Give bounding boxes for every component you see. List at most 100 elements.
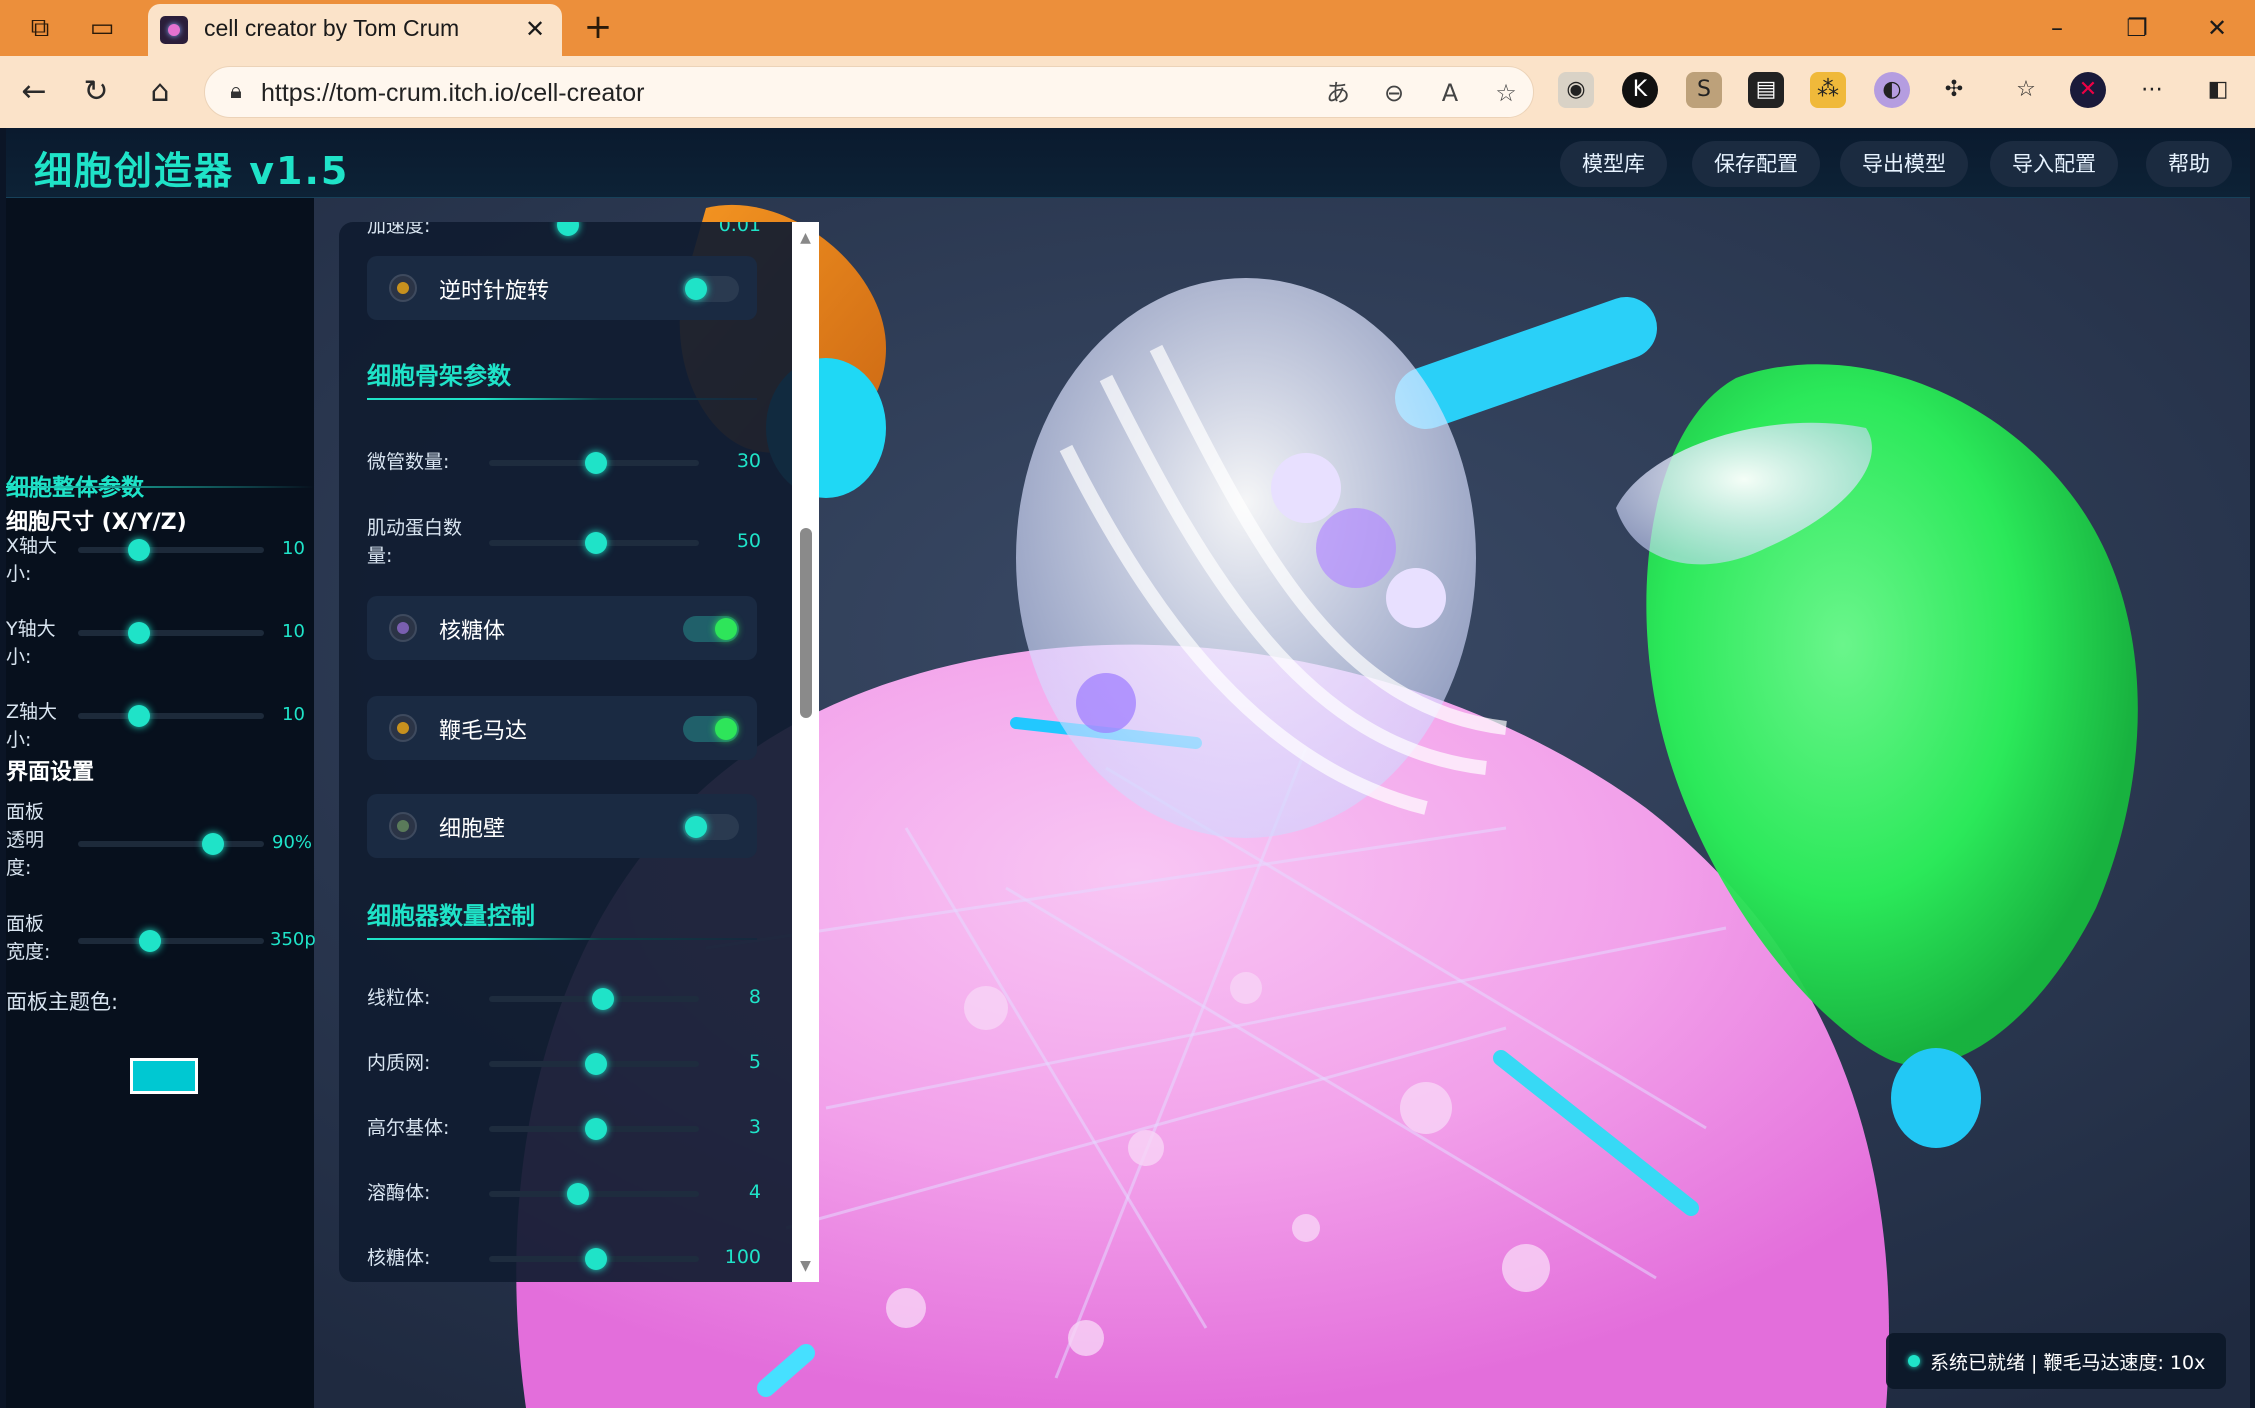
extension-dots-icon[interactable]: ⁂	[1810, 72, 1846, 108]
browser-toolbar: ← ↻ ⌂ 🔒︎ https://tom-crum.itch.io/cell-c…	[0, 56, 2255, 128]
section-cytoskeleton: 细胞骨架参数	[367, 362, 511, 390]
status-text: 系统已就绪 | 鞭毛马达速度: 10x	[1930, 1352, 2206, 1374]
ribosome-switch[interactable]	[683, 616, 739, 642]
panel-opacity-slider[interactable]	[78, 841, 264, 847]
lysosome-slider-thumb[interactable]	[567, 1183, 589, 1205]
browser-tab-bar: ⧉ ▭ cell creator by Tom Crum ✕ + – ❐ ✕	[0, 0, 2255, 56]
theme-color-picker[interactable]	[130, 1058, 198, 1094]
panel-width-label: 面板宽度:	[6, 913, 51, 963]
section-divider	[6, 486, 314, 488]
lysosome-label: 溶酶体:	[367, 1182, 431, 1204]
address-url[interactable]: https://tom-crum.itch.io/cell-creator	[261, 79, 644, 108]
save-config-button[interactable]: 保存配置	[1692, 141, 1820, 187]
acceleration-value: 0.01	[718, 222, 761, 236]
actin-value: 50	[736, 530, 761, 552]
extension-k-icon[interactable]: K	[1622, 72, 1658, 108]
model-library-button[interactable]: 模型库	[1560, 141, 1667, 187]
flagellum-icon	[389, 714, 417, 742]
workspaces-icon[interactable]: ⧉	[22, 10, 58, 46]
ribosome-count-label: 核糖体:	[367, 1247, 431, 1269]
refresh-icon[interactable]: ↻	[76, 72, 116, 112]
y-size-label: Y轴大小:	[6, 618, 56, 668]
extensions-puzzle-icon[interactable]: ✣	[1936, 72, 1972, 108]
flagellum-switch[interactable]	[683, 716, 739, 742]
extension-reader-icon[interactable]: ▤	[1748, 72, 1784, 108]
mitochondria-label: 线粒体:	[367, 987, 431, 1009]
cell-wall-switch[interactable]	[683, 814, 739, 840]
actin-label: 肌动蛋白数量:	[367, 517, 463, 567]
app-title: 细胞创造器 v1.5	[34, 149, 350, 193]
profile-avatar[interactable]: ✕	[2070, 72, 2106, 108]
ribosome-count-slider-thumb[interactable]	[585, 1248, 607, 1270]
lysosome-value: 4	[748, 1181, 761, 1203]
status-indicator: 系统已就绪 | 鞭毛马达速度: 10x	[1886, 1333, 2226, 1389]
flagellum-toggle-row[interactable]: 鞭毛马达	[367, 696, 757, 760]
er-value: 5	[748, 1051, 761, 1073]
extension-swirl-icon[interactable]: ◐	[1874, 72, 1910, 108]
x-size-slider[interactable]	[78, 547, 264, 553]
panel-opacity-slider-thumb[interactable]	[202, 833, 224, 855]
scrollbar-thumb[interactable]	[800, 528, 812, 718]
lock-icon[interactable]: 🔒︎	[221, 77, 251, 107]
home-icon[interactable]: ⌂	[140, 72, 180, 112]
control-panel: 加速度: 0.01 逆时针旋转 细胞骨架参数 微管数量: 30 肌动蛋白数量: …	[339, 222, 819, 1282]
x-size-slider-thumb[interactable]	[128, 539, 150, 561]
scroll-down-icon[interactable]: ▼	[792, 1254, 819, 1278]
translate-icon[interactable]: あ	[1321, 77, 1355, 109]
x-size-label: X轴大小:	[6, 535, 58, 585]
switch-knob	[685, 816, 707, 838]
z-size-slider-thumb[interactable]	[128, 705, 150, 727]
acceleration-slider-thumb[interactable]	[557, 222, 579, 236]
section-divider	[367, 398, 757, 400]
export-model-button[interactable]: 导出模型	[1840, 141, 1968, 187]
panel-width-value: 350p	[270, 929, 316, 950]
help-button[interactable]: 帮助	[2146, 141, 2232, 187]
flagellum-label: 鞭毛马达	[439, 719, 528, 744]
cell-wall-toggle-row[interactable]: 细胞壁	[367, 794, 757, 858]
z-size-label: Z轴大小:	[6, 701, 58, 751]
panel-scrollbar[interactable]: ▲ ▼	[792, 222, 819, 1282]
panel-width-slider-thumb[interactable]	[139, 930, 161, 952]
y-size-slider-thumb[interactable]	[128, 622, 150, 644]
favorites-icon[interactable]: ☆	[2008, 72, 2044, 108]
ribosome-toggle-row[interactable]: 核糖体	[367, 596, 757, 660]
browser-tab[interactable]: cell creator by Tom Crum ✕	[148, 4, 562, 56]
extension-s-icon[interactable]: S	[1686, 72, 1722, 108]
microtubule-slider-thumb[interactable]	[585, 452, 607, 474]
panel-width-slider[interactable]	[78, 938, 264, 944]
ccw-rotation-toggle-row[interactable]: 逆时针旋转	[367, 256, 757, 320]
extension-glasses-icon[interactable]: ◉	[1558, 72, 1594, 108]
favorite-star-icon[interactable]: ☆	[1489, 77, 1523, 109]
switch-knob	[685, 278, 707, 300]
switch-knob	[715, 718, 737, 740]
er-slider-thumb[interactable]	[585, 1053, 607, 1075]
ribosome-icon	[389, 614, 417, 642]
back-icon[interactable]: ←	[14, 72, 54, 112]
cell-wall-icon	[389, 812, 417, 840]
lysosome-slider[interactable]	[489, 1191, 699, 1197]
section-cell-params: 细胞整体参数	[6, 475, 144, 501]
sidebar-toggle-icon[interactable]: ◧	[2200, 72, 2236, 108]
actin-slider-thumb[interactable]	[585, 532, 607, 554]
z-size-value: 10	[282, 704, 305, 725]
read-aloud-icon[interactable]: A	[1433, 77, 1467, 109]
import-config-button[interactable]: 导入配置	[1990, 141, 2118, 187]
tab-title: cell creator by Tom Crum	[204, 15, 460, 41]
golgi-slider-thumb[interactable]	[585, 1118, 607, 1140]
ccw-rotation-switch[interactable]	[683, 276, 739, 302]
tab-close-icon[interactable]: ✕	[518, 12, 552, 46]
address-bar[interactable]: 🔒︎ https://tom-crum.itch.io/cell-creator…	[204, 66, 1534, 118]
ui-settings-heading: 界面设置	[6, 760, 95, 785]
golgi-value: 3	[748, 1116, 761, 1138]
mitochondria-slider-thumb[interactable]	[592, 988, 614, 1010]
more-menu-icon[interactable]: ⋯	[2134, 72, 2170, 108]
zoom-out-icon[interactable]: ⊖	[1377, 77, 1411, 109]
restore-icon[interactable]: ❐	[2114, 10, 2160, 46]
z-size-slider[interactable]	[78, 713, 264, 719]
close-window-icon[interactable]: ✕	[2194, 10, 2240, 46]
minimize-icon[interactable]: –	[2034, 10, 2080, 46]
scroll-up-icon[interactable]: ▲	[792, 226, 819, 250]
new-tab-icon[interactable]: +	[578, 8, 618, 48]
tab-actions-icon[interactable]: ▭	[84, 10, 120, 46]
y-size-slider[interactable]	[78, 630, 264, 636]
